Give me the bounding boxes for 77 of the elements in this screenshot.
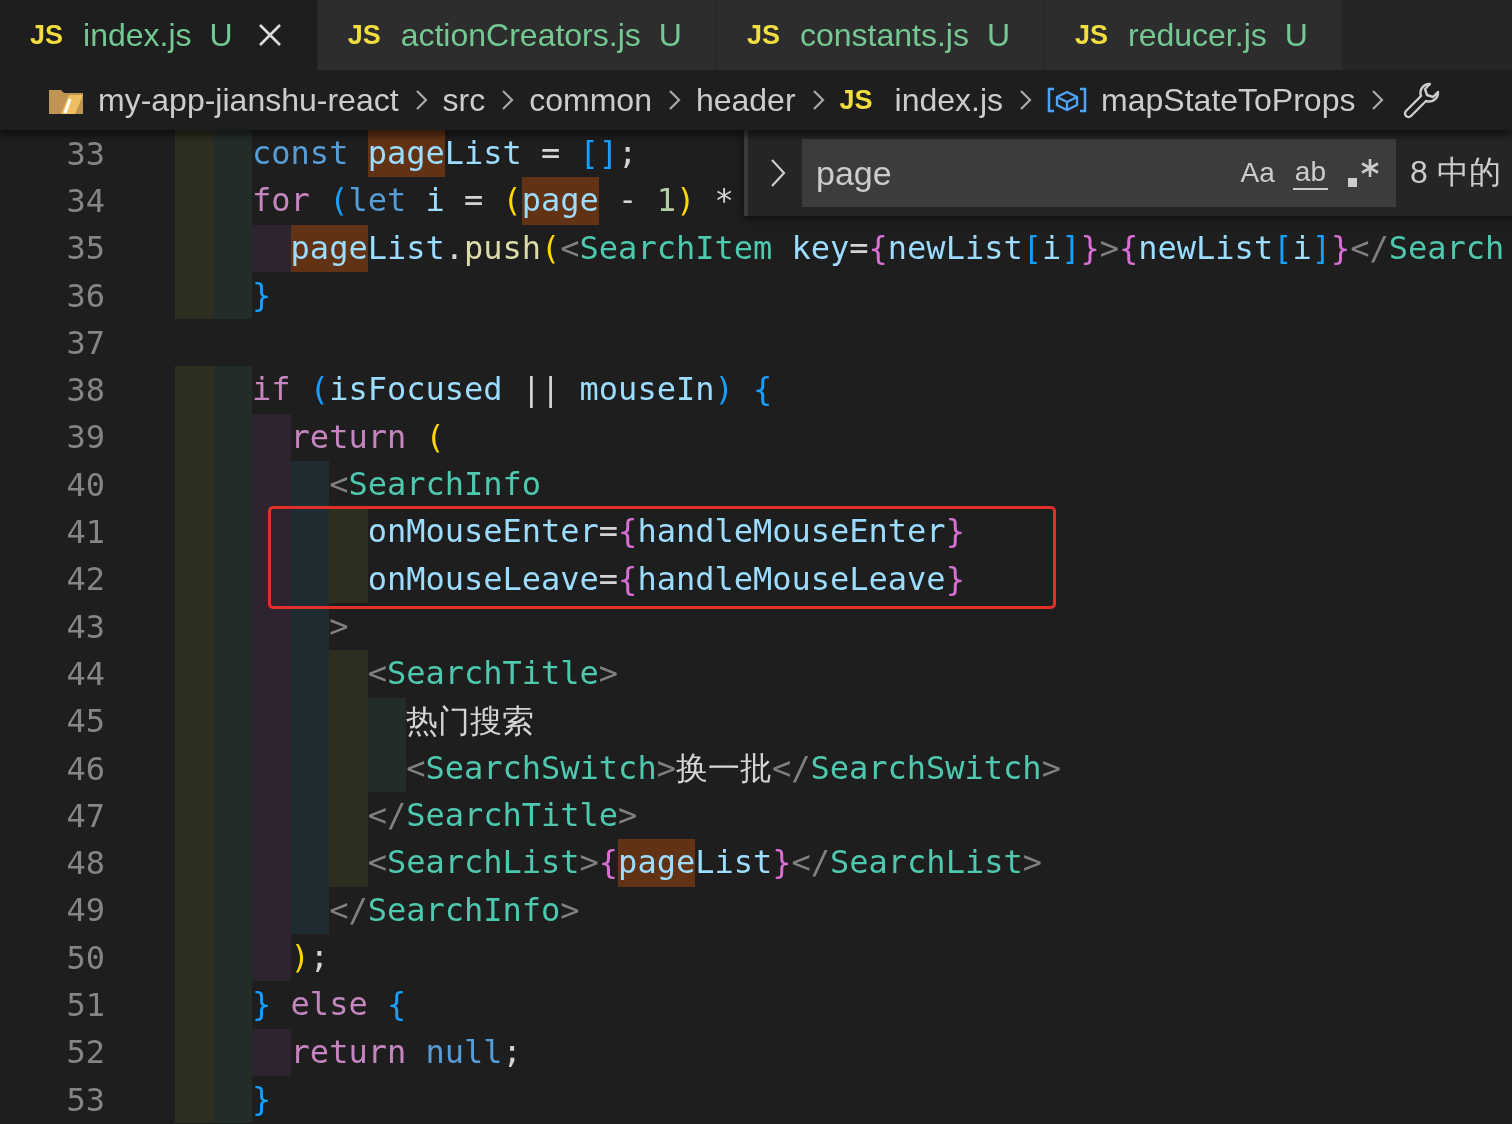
line-number: 33 bbox=[65, 134, 105, 173]
regex-icon[interactable] bbox=[1346, 156, 1382, 190]
untracked-status: U bbox=[658, 16, 682, 54]
line-number: 49 bbox=[65, 891, 105, 930]
chevron-right-icon bbox=[499, 88, 516, 112]
line-number: 48 bbox=[65, 844, 105, 883]
wrench-icon bbox=[1403, 81, 1442, 119]
code-line: return ( bbox=[175, 413, 445, 462]
match-count: 8 中的 bbox=[1410, 153, 1501, 192]
code-line: pageList.push(<SearchItem key={newList[i]}>{newList[i]}</Search bbox=[175, 224, 1505, 272]
code-line: 热门搜索 bbox=[175, 697, 535, 745]
symbol-icon bbox=[1047, 86, 1088, 114]
code-line: } bbox=[175, 271, 272, 320]
untracked-status: U bbox=[986, 16, 1010, 54]
line-number: 36 bbox=[65, 276, 105, 315]
code-line: <SearchTitle> bbox=[175, 650, 619, 698]
line-number: 40 bbox=[65, 465, 105, 504]
chevron-right-icon[interactable] bbox=[768, 157, 788, 189]
search-option-button[interactable]: ab bbox=[1292, 156, 1328, 190]
editor-tab[interactable]: JS constants.js U bbox=[716, 0, 1045, 70]
untracked-status: U bbox=[1284, 16, 1308, 54]
code-line: for (let i = (page - 1) * bbox=[175, 177, 734, 225]
code-line: return null; bbox=[175, 1028, 522, 1076]
line-number: 42 bbox=[65, 560, 105, 599]
chevron-right-icon bbox=[1369, 88, 1386, 112]
js-file-icon: JS bbox=[347, 19, 381, 51]
line-number: 46 bbox=[65, 749, 105, 788]
line-number: 35 bbox=[65, 229, 105, 268]
line-number: 52 bbox=[65, 1033, 105, 1072]
code-line: <SearchSwitch>换一批</SearchSwitch> bbox=[175, 744, 1061, 793]
editor-tab[interactable]: JS index.js U bbox=[0, 0, 318, 70]
tab-label: index.js bbox=[83, 16, 192, 54]
code-line: onMouseLeave={handleMouseLeave} bbox=[175, 555, 965, 603]
line-number: 47 bbox=[65, 796, 105, 835]
tab-label: reducer.js bbox=[1128, 16, 1267, 54]
breadcrumb-item[interactable]: src bbox=[442, 81, 486, 119]
close-icon[interactable] bbox=[256, 22, 283, 48]
line-number: 53 bbox=[65, 1080, 105, 1119]
search-field[interactable]: page Aa ab bbox=[802, 139, 1396, 207]
line-number: 37 bbox=[65, 323, 105, 362]
chevron-right-icon bbox=[1017, 88, 1034, 112]
search-field-value: page bbox=[816, 153, 892, 193]
breadcrumb-item[interactable]: my-app-jianshu-react bbox=[48, 81, 399, 119]
line-number: 38 bbox=[65, 371, 105, 410]
line-number: 39 bbox=[65, 418, 105, 457]
line-number: 41 bbox=[65, 513, 105, 551]
line-number: 51 bbox=[65, 986, 105, 1024]
code-line: } else { bbox=[175, 981, 407, 1029]
breadcrumb-item[interactable]: mapStateToProps bbox=[1047, 81, 1356, 119]
js-file-icon: JS bbox=[30, 19, 64, 51]
breadcrumb-item[interactable]: common bbox=[529, 81, 652, 119]
line-number: 44 bbox=[65, 654, 105, 693]
code-line: </SearchInfo> bbox=[175, 886, 580, 935]
breadcrumb-item[interactable]: header bbox=[695, 81, 796, 119]
code-line: const pageList = []; bbox=[175, 130, 638, 178]
code-line: > bbox=[175, 602, 349, 651]
code-line: <SearchList>{pageList}</SearchList> bbox=[175, 839, 1042, 887]
editor-tab[interactable]: JS actionCreators.js U bbox=[317, 0, 717, 70]
code-line: ); bbox=[175, 934, 330, 982]
code-line: <SearchInfo bbox=[175, 461, 542, 509]
line-number: 50 bbox=[65, 938, 105, 977]
line-number: 34 bbox=[65, 181, 105, 220]
search-option-button[interactable]: Aa bbox=[1240, 157, 1275, 189]
js-file-icon: JS bbox=[746, 19, 780, 51]
code-line: </SearchTitle> bbox=[175, 792, 638, 840]
breadcrumb-item[interactable]: JS index.js bbox=[839, 81, 1004, 119]
js-file-icon: JS bbox=[839, 84, 873, 116]
code-line: } bbox=[175, 1075, 272, 1124]
tab-label: constants.js bbox=[799, 16, 969, 54]
code-line: if (isFocused || mouseIn) { bbox=[175, 366, 773, 414]
untracked-status: U bbox=[209, 16, 233, 54]
tab-label: actionCreators.js bbox=[400, 16, 641, 54]
line-number: 43 bbox=[65, 607, 105, 646]
code-line: onMouseEnter={handleMouseEnter} bbox=[175, 508, 965, 556]
js-file-icon: JS bbox=[1075, 19, 1108, 51]
line-number: 45 bbox=[65, 702, 105, 741]
editor-tab[interactable]: JS reducer.js U bbox=[1045, 0, 1343, 70]
